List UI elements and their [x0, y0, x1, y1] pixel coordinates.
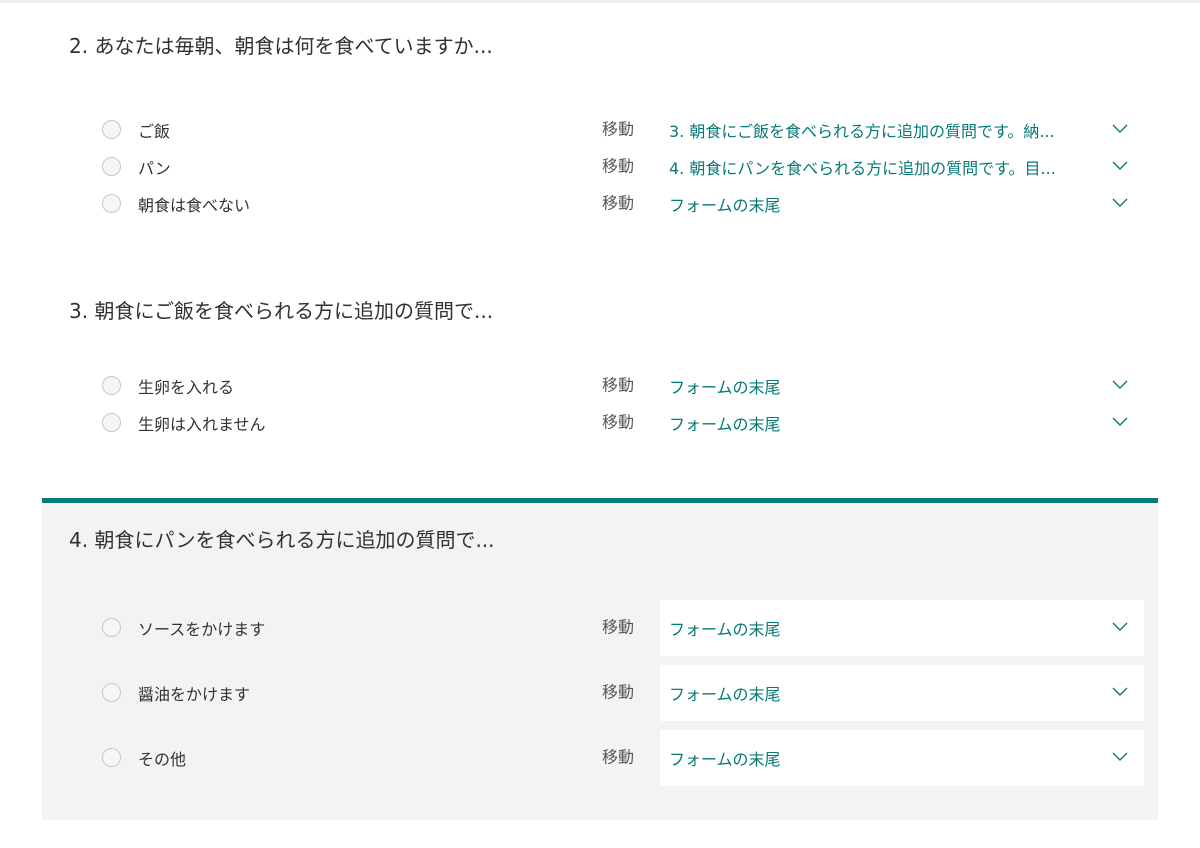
option-radio[interactable] — [102, 157, 121, 176]
branch-dropdown[interactable]: 3. 朝食にご飯を食べられる方に追加の質問です。納... — [660, 112, 1144, 148]
branch-dropdown-value: フォームの末尾 — [669, 415, 781, 434]
chevron-down-icon — [1112, 124, 1128, 134]
option-radio[interactable] — [102, 618, 121, 637]
branch-dropdown-value: フォームの末尾 — [669, 378, 781, 397]
question-title: 2. あなたは毎朝、朝食は何を食べていますか... — [69, 34, 493, 58]
chevron-down-icon — [1112, 161, 1128, 171]
move-label: 移動 — [602, 747, 635, 767]
option-label: その他 — [138, 750, 187, 769]
option-radio[interactable] — [102, 376, 121, 395]
branch-dropdown[interactable]: フォームの末尾 — [660, 405, 1144, 441]
option-row: ソースをかけます 移動 フォームの末尾 — [42, 600, 1158, 656]
option-radio[interactable] — [102, 194, 121, 213]
option-radio[interactable] — [102, 748, 121, 767]
option-row: ご飯 移動 3. 朝食にご飯を食べられる方に追加の質問です。納... — [42, 112, 1158, 148]
option-radio[interactable] — [102, 413, 121, 432]
branch-dropdown-value: フォームの末尾 — [669, 620, 781, 639]
option-radio[interactable] — [102, 683, 121, 702]
move-label: 移動 — [602, 617, 635, 637]
question-title: 3. 朝食にご飯を食べられる方に追加の質問で... — [69, 299, 494, 323]
option-row: 生卵を入れる 移動 フォームの末尾 — [42, 368, 1158, 404]
option-label: 朝食は食べない — [138, 196, 251, 215]
option-label: ソースをかけます — [138, 620, 266, 639]
move-label: 移動 — [602, 375, 635, 395]
option-row: 生卵は入れません 移動 フォームの末尾 — [42, 405, 1158, 441]
branch-dropdown-value: フォームの末尾 — [669, 750, 781, 769]
option-row: パン 移動 4. 朝食にパンを食べられる方に追加の質問です。目... — [42, 149, 1158, 185]
question-card-3[interactable]: 3. 朝食にご飯を食べられる方に追加の質問で... 生卵を入れる 移動 フォーム… — [42, 272, 1158, 482]
chevron-down-icon — [1112, 622, 1128, 632]
question-title: 4. 朝食にパンを食べられる方に追加の質問で... — [69, 528, 495, 552]
option-row: その他 移動 フォームの末尾 — [42, 730, 1158, 786]
chevron-down-icon — [1112, 198, 1128, 208]
move-label: 移動 — [602, 193, 635, 213]
branch-dropdown[interactable]: フォームの末尾 — [660, 665, 1144, 721]
chevron-down-icon — [1112, 417, 1128, 427]
question-card-2[interactable]: 2. あなたは毎朝、朝食は何を食べていますか... ご飯 移動 3. 朝食にご飯… — [42, 8, 1158, 248]
branch-dropdown-value: フォームの末尾 — [669, 196, 781, 215]
question-card-4[interactable]: 4. 朝食にパンを食べられる方に追加の質問で... ソースをかけます 移動 フォ… — [42, 498, 1158, 820]
move-label: 移動 — [602, 682, 635, 702]
top-divider — [0, 0, 1200, 3]
branch-dropdown[interactable]: フォームの末尾 — [660, 730, 1144, 786]
chevron-down-icon — [1112, 687, 1128, 697]
option-label: ご飯 — [138, 122, 171, 141]
move-label: 移動 — [602, 412, 635, 432]
option-radio[interactable] — [102, 120, 121, 139]
move-label: 移動 — [602, 119, 635, 139]
branch-dropdown-value: 3. 朝食にご飯を食べられる方に追加の質問です。納... — [669, 122, 1055, 141]
branch-dropdown[interactable]: フォームの末尾 — [660, 600, 1144, 656]
branch-dropdown-value: フォームの末尾 — [669, 685, 781, 704]
branch-dropdown[interactable]: フォームの末尾 — [660, 186, 1144, 222]
branch-dropdown-value: 4. 朝食にパンを食べられる方に追加の質問です。目... — [669, 159, 1056, 178]
option-label: 生卵を入れる — [138, 378, 235, 397]
option-row: 醤油をかけます 移動 フォームの末尾 — [42, 665, 1158, 721]
chevron-down-icon — [1112, 380, 1128, 390]
move-label: 移動 — [602, 156, 635, 176]
option-label: 生卵は入れません — [138, 415, 266, 434]
branch-dropdown[interactable]: 4. 朝食にパンを食べられる方に追加の質問です。目... — [660, 149, 1144, 185]
option-label: パン — [138, 159, 171, 178]
option-row: 朝食は食べない 移動 フォームの末尾 — [42, 186, 1158, 222]
option-label: 醤油をかけます — [138, 685, 251, 704]
chevron-down-icon — [1112, 752, 1128, 762]
branch-dropdown[interactable]: フォームの末尾 — [660, 368, 1144, 404]
